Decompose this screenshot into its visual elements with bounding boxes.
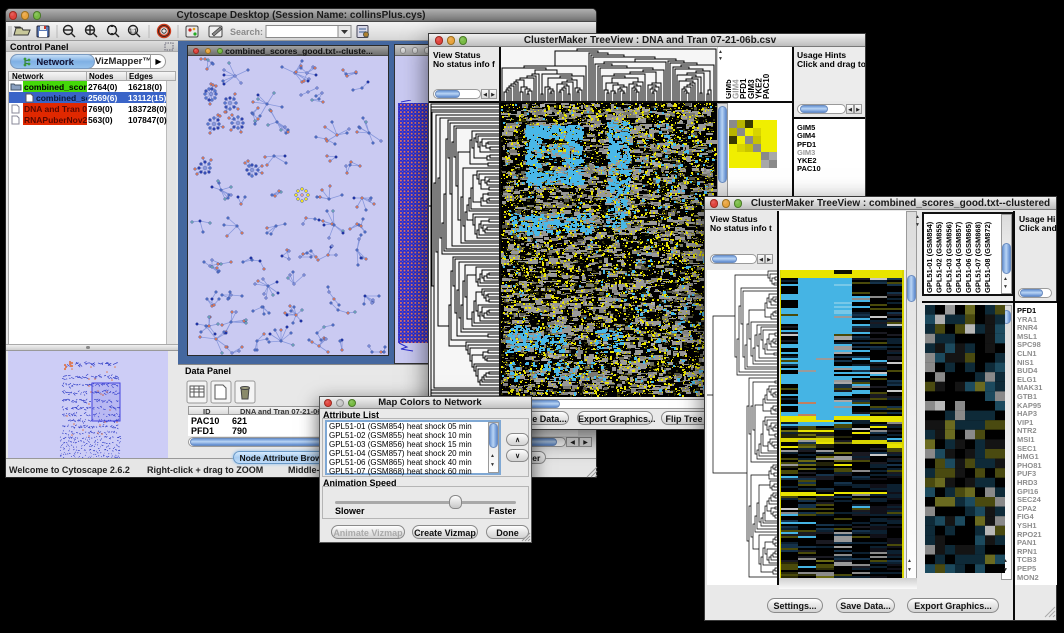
svg-text:1:1: 1:1 — [129, 29, 136, 35]
svg-text:GPL51-04 (GSM857): GPL51-04 (GSM857) — [954, 221, 963, 293]
svg-text:Search:: Search: — [230, 27, 263, 37]
svg-text:GPL51-02 (GSM855): GPL51-02 (GSM855) — [935, 221, 944, 293]
svg-text:GPL51-07 (GSM868): GPL51-07 (GSM868) — [974, 221, 983, 293]
svg-text:GPL51-01 (GSM854): GPL51-01 (GSM854) — [925, 221, 934, 293]
svg-text:PAC10: PAC10 — [762, 73, 771, 99]
svg-text:GPL51-03 (GSM856): GPL51-03 (GSM856) — [944, 221, 953, 293]
svg-text:GPL51-06 (GSM865): GPL51-06 (GSM865) — [964, 221, 973, 293]
svg-text:GPL51-08 (GSM872): GPL51-08 (GSM872) — [983, 221, 992, 293]
